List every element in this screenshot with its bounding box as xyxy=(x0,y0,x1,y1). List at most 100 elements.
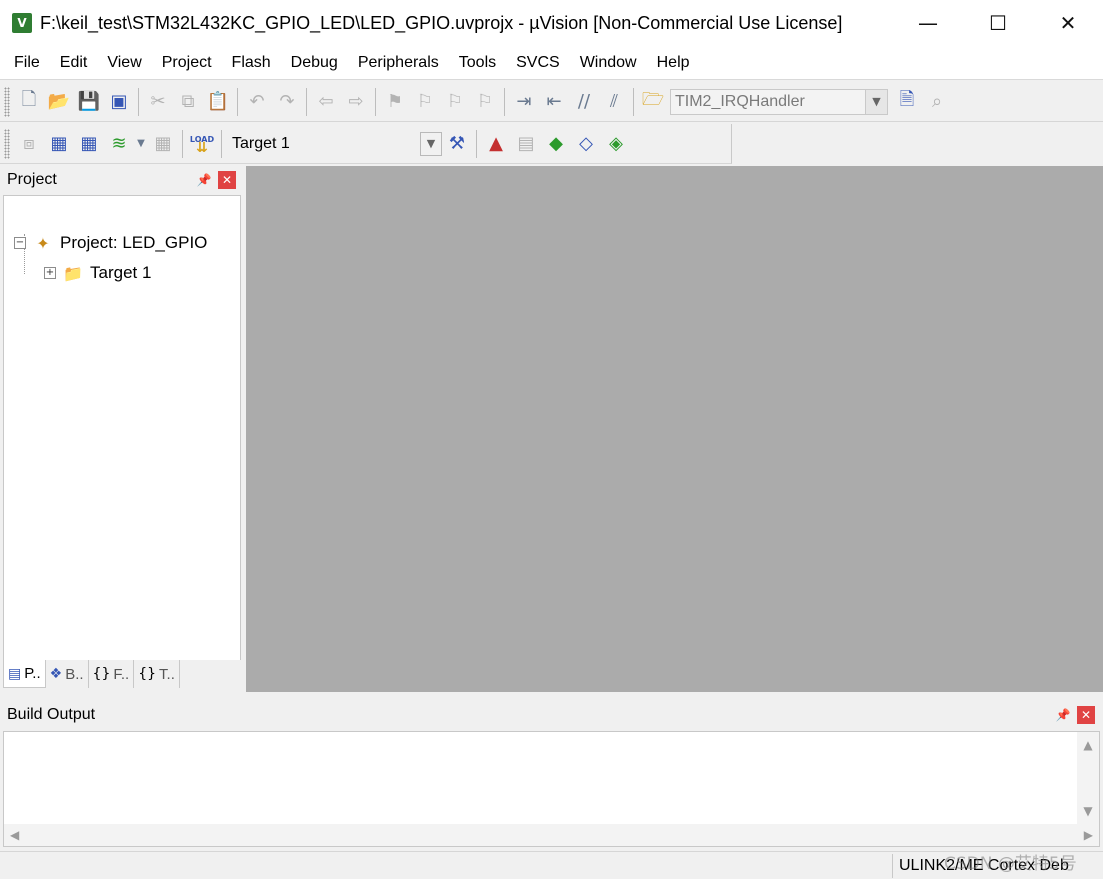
maximize-button[interactable]: ☐ xyxy=(963,0,1033,46)
incremental-find-icon[interactable]: ⌕ xyxy=(922,86,952,118)
redo-icon[interactable]: ↷ xyxy=(272,86,302,118)
download-load-icon[interactable]: LOAD ⇊ xyxy=(187,128,217,160)
tab-label: T.. xyxy=(159,665,175,683)
bookmark-toggle-icon[interactable]: ⚑ xyxy=(380,86,410,118)
build-output-text[interactable]: ▲ ▼ ◀ ▶ xyxy=(3,731,1100,847)
manage-project-items-icon[interactable]: ▲ xyxy=(481,128,511,160)
comment-icon[interactable]: // xyxy=(569,86,599,118)
tab-label: B.. xyxy=(65,665,84,683)
tree-item-project[interactable]: − ✦ Project: LED_GPIO xyxy=(14,231,207,255)
menu-view[interactable]: View xyxy=(97,46,151,80)
title-bar: V F:\keil_test\STM32L432KC_GPIO_LED\LED_… xyxy=(0,0,1103,46)
function-combo[interactable]: TIM2_IRQHandler ▼ xyxy=(670,88,888,115)
options-for-target-icon[interactable]: ⚒ xyxy=(442,128,472,160)
toolbar-separator xyxy=(633,87,634,116)
new-file-icon[interactable]: 🗋 xyxy=(14,86,44,118)
paste-icon[interactable]: 📋 xyxy=(203,86,233,118)
menu-window[interactable]: Window xyxy=(570,46,647,80)
function-combo-value: TIM2_IRQHandler xyxy=(675,92,805,110)
menu-debug[interactable]: Debug xyxy=(281,46,348,80)
menu-bar: File Edit View Project Flash Debug Perip… xyxy=(0,46,1103,80)
minimize-button[interactable]: — xyxy=(893,0,963,46)
unindent-icon[interactable]: ⇤ xyxy=(539,86,569,118)
stop-build-icon[interactable]: ▦ xyxy=(148,128,178,160)
tab-functions[interactable]: {} F.. xyxy=(89,660,135,688)
software-packs-icon[interactable]: ◈ xyxy=(601,128,631,160)
tab-templates[interactable]: {} T.. xyxy=(134,660,180,688)
find-in-files-icon[interactable]: 🗁 xyxy=(638,86,668,118)
vertical-scrollbar[interactable]: ▲ ▼ xyxy=(1077,732,1099,824)
chevron-down-icon[interactable]: ▼ xyxy=(865,89,887,114)
find-icon[interactable]: 🗎 xyxy=(892,86,922,118)
window-title: F:\keil_test\STM32L432KC_GPIO_LED\LED_GP… xyxy=(40,12,843,33)
menu-svcs[interactable]: SVCS xyxy=(506,46,570,80)
close-button[interactable]: ✕ xyxy=(1033,0,1103,46)
tab-label: F.. xyxy=(113,665,130,683)
translate-icon[interactable]: ⧈ xyxy=(14,128,44,160)
save-all-icon[interactable]: ▣ xyxy=(104,86,134,118)
horizontal-scrollbar[interactable]: ◀ ▶ xyxy=(4,824,1099,846)
tree-item-label: Target 1 xyxy=(90,263,152,282)
save-icon[interactable]: 💾 xyxy=(74,86,104,118)
scroll-up-icon[interactable]: ▲ xyxy=(1083,738,1092,752)
navigate-back-icon[interactable]: ⇦ xyxy=(311,86,341,118)
rebuild-icon[interactable]: ▦ xyxy=(74,128,104,160)
bookmark-next-icon[interactable]: ⚐ xyxy=(440,86,470,118)
build-output-title: Build Output xyxy=(7,705,96,723)
file-toolbar: 🗋 📂 💾 ▣ ✂ ⧉ 📋 ↶ ↷ ⇦ ⇨ ⚑ ⚐ ⚐ ⚐ ⇥ ⇤ // ⫽ 🗁… xyxy=(0,82,1103,122)
build-output-panel: Build Output 📌 ✕ ▲ ▼ ◀ ▶ xyxy=(0,700,1103,850)
scroll-left-icon[interactable]: ◀ xyxy=(10,828,19,842)
bookmark-previous-icon[interactable]: ⚐ xyxy=(410,86,440,118)
menu-tools[interactable]: Tools xyxy=(449,46,506,80)
toolbar-separator xyxy=(182,129,183,158)
build-icon[interactable]: ▦ xyxy=(44,128,74,160)
menu-file[interactable]: File xyxy=(4,46,50,80)
bookmark-clear-icon[interactable]: ⚐ xyxy=(470,86,500,118)
undo-icon[interactable]: ↶ xyxy=(242,86,272,118)
collapse-icon[interactable]: − xyxy=(14,237,26,249)
editor-area[interactable] xyxy=(246,166,1103,692)
target-combo[interactable]: Target 1 ▼ xyxy=(226,131,442,157)
build-toolbar: ⧈ ▦ ▦ ≋ ▼ ▦ LOAD ⇊ Target 1 ▼ ⚒ ▲ ▤ ◆ ◇ … xyxy=(0,124,732,164)
menu-help[interactable]: Help xyxy=(647,46,700,80)
project-panel-tabs: ▤ P.. ❖ B.. {} F.. {} T.. xyxy=(3,660,241,690)
batch-build-dropdown-icon[interactable]: ▼ xyxy=(134,128,148,160)
templates-icon: {} xyxy=(138,666,157,682)
tab-books[interactable]: ❖ B.. xyxy=(46,660,89,688)
build-output-header: Build Output 📌 ✕ xyxy=(0,700,1103,729)
uncomment-icon[interactable]: ⫽ xyxy=(599,86,629,118)
navigate-forward-icon[interactable]: ⇨ xyxy=(341,86,371,118)
batch-build-icon[interactable]: ≋ xyxy=(104,128,134,160)
expand-icon[interactable]: + xyxy=(44,267,56,279)
toolbar-grip[interactable] xyxy=(4,128,10,159)
toolbar-separator xyxy=(306,87,307,116)
copy-icon[interactable]: ⧉ xyxy=(173,86,203,118)
toolbar-separator xyxy=(221,129,222,158)
manage-run-time-environment-icon[interactable]: ◆ xyxy=(541,128,571,160)
tree-item-target[interactable]: + 📁 Target 1 xyxy=(44,261,151,285)
download-arrow-icon: ⇊ xyxy=(196,139,208,156)
chevron-down-icon[interactable]: ▼ xyxy=(420,131,442,156)
indent-icon[interactable]: ⇥ xyxy=(509,86,539,118)
open-folder-icon[interactable]: 📂 xyxy=(44,86,74,118)
toolbar-grip[interactable] xyxy=(4,86,10,117)
braces-icon: {} xyxy=(92,666,111,682)
pin-icon[interactable]: 📌 xyxy=(1053,705,1073,725)
menu-peripherals[interactable]: Peripherals xyxy=(348,46,449,80)
menu-flash[interactable]: Flash xyxy=(222,46,281,80)
pin-icon[interactable]: 📌 xyxy=(194,170,214,190)
target-combo-value: Target 1 xyxy=(232,134,290,152)
toolbar-separator xyxy=(375,87,376,116)
scroll-down-icon[interactable]: ▼ xyxy=(1083,804,1092,818)
project-icon: ✦ xyxy=(36,233,50,253)
cut-icon[interactable]: ✂ xyxy=(143,86,173,118)
menu-edit[interactable]: Edit xyxy=(50,46,98,80)
books-icon: ❖ xyxy=(49,666,63,682)
scroll-right-icon[interactable]: ▶ xyxy=(1084,828,1093,842)
menu-project[interactable]: Project xyxy=(152,46,222,80)
close-icon[interactable]: ✕ xyxy=(1077,705,1095,724)
select-packs-icon[interactable]: ▤ xyxy=(511,128,541,160)
close-icon[interactable]: ✕ xyxy=(218,171,236,189)
tab-project[interactable]: ▤ P.. xyxy=(3,660,46,688)
pack-installer-icon[interactable]: ◇ xyxy=(571,128,601,160)
